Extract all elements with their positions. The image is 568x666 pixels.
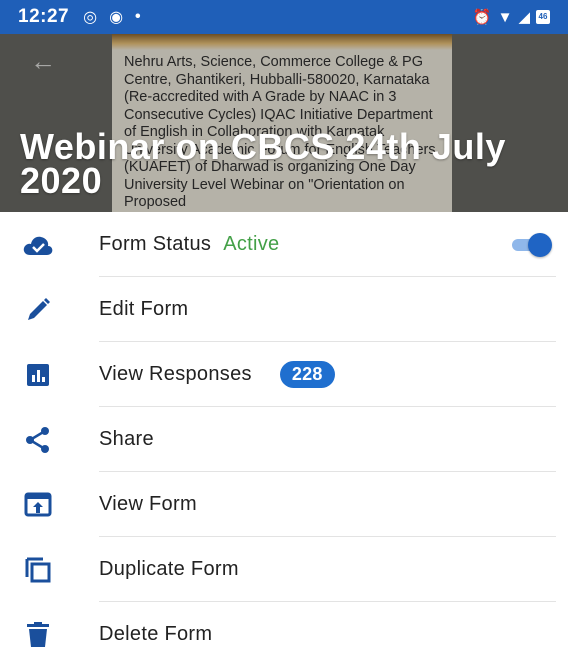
toggle-thumb: [528, 232, 552, 257]
menu-item-form-status[interactable]: Form Status Active: [0, 212, 568, 277]
trash-icon: [22, 621, 54, 649]
form-status-toggle[interactable]: [512, 232, 552, 257]
status-bar: 12:27 ◎ ◉ • ⏰ ▼ ◢ 46: [0, 0, 568, 34]
battery-icon: 46: [536, 10, 550, 24]
form-status-text: Form Status Active: [99, 233, 279, 256]
view-form-label: View Form: [99, 493, 197, 515]
alarm-clock-icon: ⏰: [472, 9, 492, 26]
form-status-label: Form Status: [99, 233, 212, 255]
pencil-icon: [22, 296, 54, 324]
view-responses-text: View Responses 228: [99, 361, 335, 388]
chat-icon: ◉: [109, 9, 124, 26]
wifi-icon: ▼: [497, 8, 513, 26]
dot-icon: •: [135, 8, 141, 25]
menu-item-edit-form[interactable]: Edit Form: [0, 277, 568, 342]
copy-icon: [22, 556, 54, 584]
menu-item-view-form[interactable]: View Form: [0, 472, 568, 537]
cloud-check-icon: [22, 231, 54, 259]
menu-item-view-responses[interactable]: View Responses 228: [0, 342, 568, 407]
menu-item-share[interactable]: Share: [0, 407, 568, 472]
responses-count-badge: 228: [279, 361, 335, 388]
share-label: Share: [99, 428, 154, 450]
view-responses-label: View Responses: [99, 362, 252, 385]
menu-item-duplicate-form[interactable]: Duplicate Form: [0, 537, 568, 602]
bar-chart-icon: [22, 361, 54, 389]
open-in-browser-icon: [22, 491, 54, 519]
status-time: 12:27: [18, 6, 70, 27]
edit-form-label: Edit Form: [99, 298, 189, 320]
share-icon: [22, 426, 54, 454]
delete-form-label: Delete Form: [99, 623, 213, 645]
alarm-sync-icon: ◎: [83, 9, 98, 26]
duplicate-form-label: Duplicate Form: [99, 558, 239, 580]
menu-item-delete-form[interactable]: Delete Form: [0, 602, 568, 666]
form-status-value: Active: [223, 233, 280, 255]
back-arrow-icon[interactable]: ←: [30, 46, 56, 77]
form-title: Webinar on CBCS 24th July 2020: [20, 126, 506, 201]
signal-icon: ◢: [518, 9, 530, 26]
form-header: Nehru Arts, Science, Commerce College & …: [0, 34, 568, 212]
form-actions-menu: Form Status Active Edit Form View Respon…: [0, 212, 568, 666]
